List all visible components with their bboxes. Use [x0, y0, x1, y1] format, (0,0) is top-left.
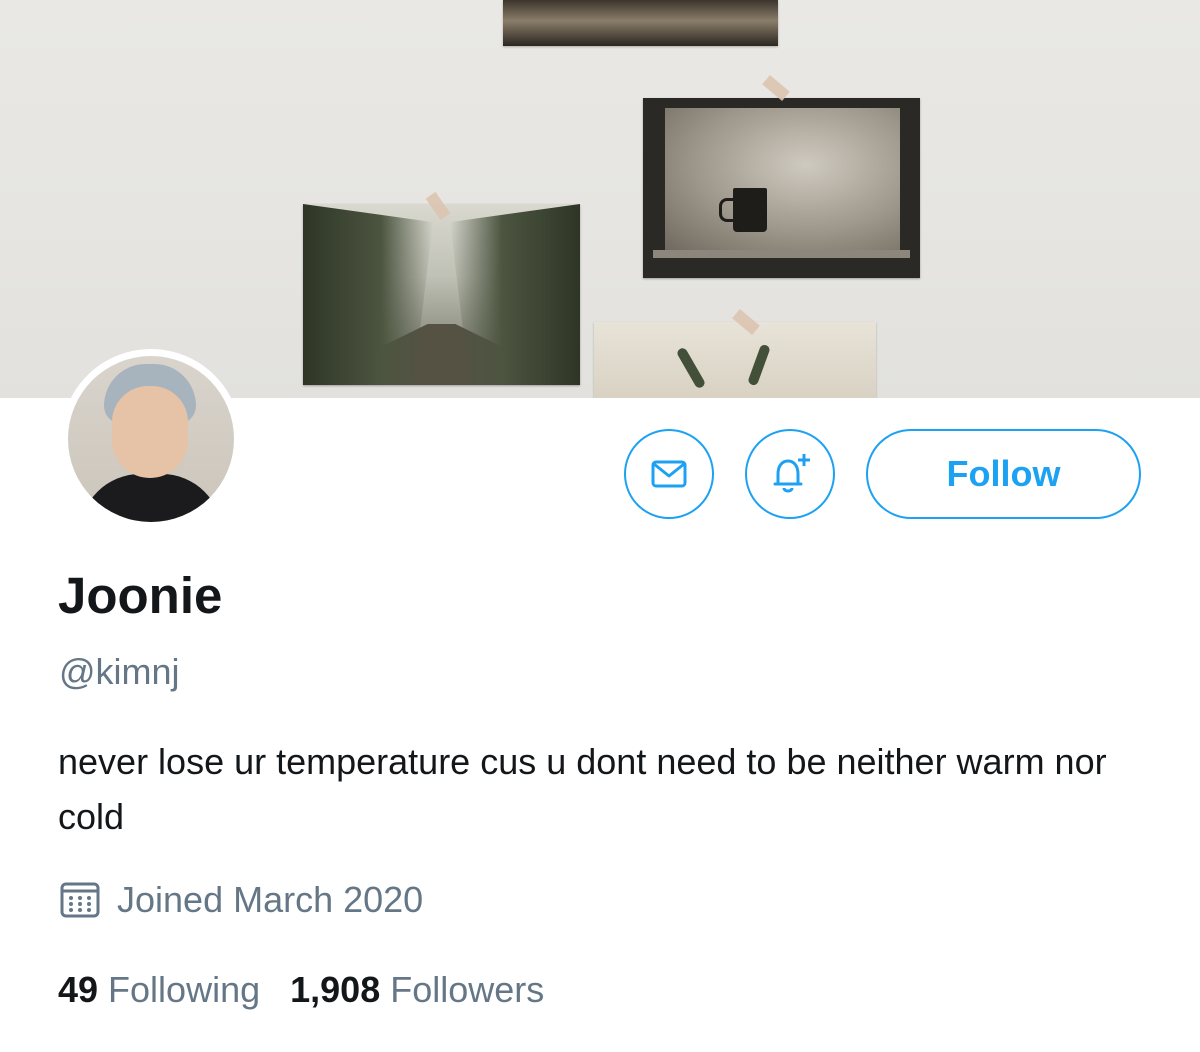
banner-photo-top	[503, 0, 778, 46]
followers-link[interactable]: 1,908 Followers	[290, 966, 544, 1014]
bell-plus-icon	[773, 454, 810, 493]
banner-photo-window	[643, 98, 920, 278]
envelope-icon	[651, 460, 687, 488]
following-label: Following	[108, 969, 261, 1010]
joined-label: Joined March 2020	[117, 879, 424, 920]
avatar[interactable]	[61, 349, 241, 529]
profile-stats: 49 Following 1,908 Followers	[58, 966, 574, 1014]
profile-bio: never lose ur temperature cus u dont nee…	[58, 741, 1107, 837]
joined-date: Joined March 2020	[58, 878, 423, 922]
banner-photo-road	[303, 204, 580, 385]
follow-button[interactable]: Follow	[866, 429, 1141, 519]
notifications-button[interactable]	[745, 429, 835, 519]
followers-label: Followers	[390, 969, 545, 1010]
message-button[interactable]	[624, 429, 714, 519]
followers-count: 1,908	[290, 969, 381, 1010]
header-banner[interactable]	[0, 0, 1200, 398]
following-count: 49	[58, 969, 99, 1010]
calendar-icon	[58, 878, 102, 922]
avatar-image	[68, 356, 234, 522]
user-handle: @kimnj	[59, 651, 180, 692]
banner-photo-plant	[594, 322, 876, 398]
display-name: Joonie	[58, 567, 223, 624]
following-link[interactable]: 49 Following	[58, 966, 260, 1014]
